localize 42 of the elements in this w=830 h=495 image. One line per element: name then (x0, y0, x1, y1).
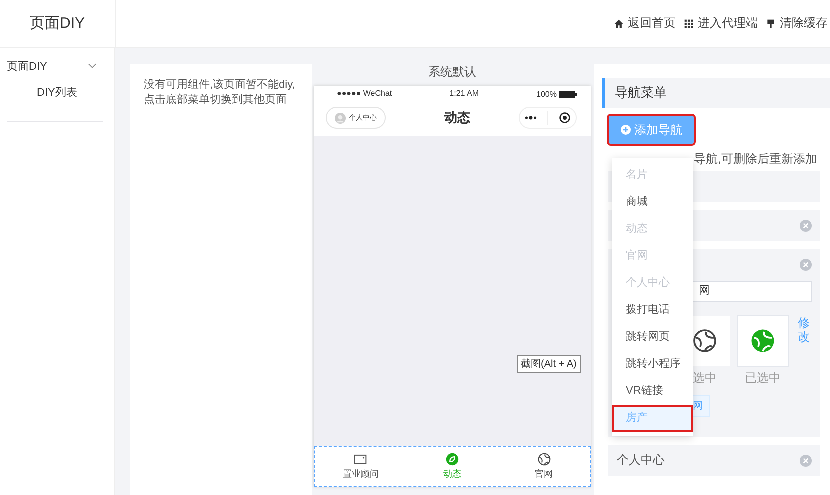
sidebar-item[interactable]: DIY列表 (0, 74, 114, 99)
close-icon[interactable] (800, 259, 812, 271)
tab-item[interactable]: 置业顾问 (315, 447, 407, 486)
nav-card-label: 个人中心 (617, 452, 665, 469)
tooltip: 截图(Alt + A) (517, 355, 581, 373)
notice-text: 没有可用组件,该页面暂不能diy,点击底部菜单切换到其他页面 (144, 78, 296, 108)
tab-item[interactable]: 官网 (498, 447, 590, 486)
home-icon (614, 18, 624, 28)
globe-icon (538, 452, 551, 466)
carrier-text: ●●●●● WeChat (337, 89, 392, 100)
page-title: 动态 (444, 109, 470, 127)
chevron-icon (88, 63, 97, 69)
time-text: 1:21 AM (450, 89, 480, 100)
header-link[interactable]: 进入代理端 (684, 15, 758, 32)
menu-item[interactable]: 商城 (612, 189, 693, 216)
menu-item[interactable]: 跳转网页 (612, 324, 693, 351)
globe-icon (751, 329, 775, 353)
close-icon[interactable] (800, 454, 812, 466)
header-link[interactable]: 返回首页 (614, 15, 676, 32)
plus-icon (620, 125, 630, 135)
preview-title: 系统默认 (428, 64, 478, 81)
avatar-icon (335, 112, 346, 124)
app-title: 页面DIY (0, 0, 116, 47)
hint-text: 导航,可删除后重新添加 (693, 151, 818, 166)
icon-caption: 选中 (693, 370, 717, 387)
wallet-icon (354, 452, 368, 466)
close-icon[interactable] (800, 220, 812, 232)
header-link[interactable]: 清除缓存 (766, 15, 828, 32)
battery-icon (559, 90, 577, 98)
grid-icon (684, 18, 694, 28)
brush-icon (766, 18, 776, 28)
battery-text: 100% (536, 90, 557, 99)
globe-icon (693, 329, 717, 353)
icon-caption: 已选中 (745, 370, 781, 387)
capsule-menu[interactable] (519, 107, 577, 129)
section-title: 导航菜单 (615, 84, 667, 102)
menu-item[interactable]: 跳转小程序 (612, 351, 693, 378)
sidebar-group[interactable]: 页面DIY (0, 58, 114, 74)
more-icon (525, 116, 538, 120)
leaf-icon (446, 452, 459, 466)
icon-tile[interactable] (738, 316, 788, 366)
target-icon (558, 112, 571, 124)
